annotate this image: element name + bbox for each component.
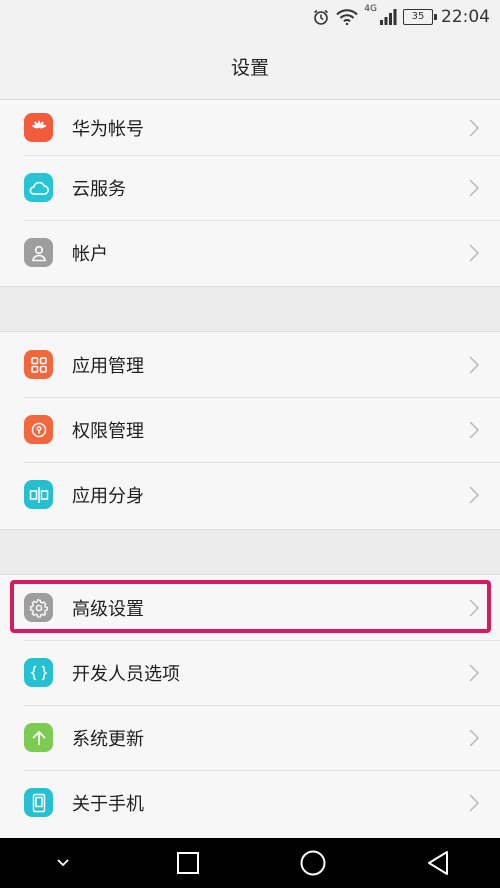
chevron-right-icon [468,118,480,142]
hide-nav-chevron-icon[interactable] [33,838,93,888]
huawei-icon [24,113,53,142]
settings-item-permission-management[interactable]: 权限管理 [0,397,500,462]
network-type-label: 4G [364,4,377,14]
settings-item-cloud-service[interactable]: 云服务 [0,155,500,220]
app-twin-icon [24,480,53,509]
section-gap [0,529,500,575]
settings-item-label: 权限管理 [72,420,144,442]
chevron-right-icon [468,598,480,622]
settings-item-app-management[interactable]: 应用管理 [0,332,500,397]
settings-item-label: 云服务 [72,178,126,200]
settings-item-label: 系统更新 [72,728,144,750]
wifi-icon [336,9,359,25]
divider [24,770,500,771]
divider [24,462,500,463]
back-triangle-icon[interactable] [408,838,468,888]
person-icon [24,238,53,267]
divider [24,397,500,398]
chevron-right-icon [468,243,480,267]
gear-icon [24,593,53,622]
settings-item-huawei-account[interactable]: 华为帐号 [0,100,500,155]
settings-item-label: 帐户 [72,243,108,265]
settings-group-system: 高级设置 开发人员选项 系统更新 关于手机 [0,575,500,838]
cloud-icon [24,173,53,202]
divider [24,705,500,706]
clock: 22:04 [441,7,490,27]
recents-square-icon[interactable] [158,838,218,888]
home-circle-icon[interactable] [283,838,343,888]
chevron-right-icon [468,485,480,509]
settings-item-label: 应用分身 [72,485,144,507]
battery-indicator: 35 [403,9,437,25]
chevron-right-icon [468,793,480,817]
divider [24,155,500,156]
chevron-right-icon [468,663,480,687]
page-title: 设置 [0,34,500,100]
settings-item-label: 应用管理 [72,355,144,377]
chevron-right-icon [468,355,480,379]
settings-item-label: 华为帐号 [72,118,144,140]
settings-item-label: 开发人员选项 [72,663,180,685]
settings-item-label: 关于手机 [72,793,144,815]
divider [24,640,500,641]
section-gap [0,286,500,332]
status-bar: 4G 35 22:04 [0,0,500,34]
arrow-up-icon [24,723,53,752]
settings-item-app-twin[interactable]: 应用分身 [0,462,500,527]
signal-icon [379,8,397,26]
divider [24,220,500,221]
braces-icon [24,658,53,687]
settings-group-apps: 应用管理 权限管理 应用分身 [0,332,500,529]
phone-icon [24,788,53,817]
key-lock-icon [24,415,53,444]
alarm-icon [312,8,330,26]
chevron-right-icon [468,178,480,202]
app-grid-icon [24,350,53,379]
settings-item-system-update[interactable]: 系统更新 [0,705,500,770]
settings-item-advanced-settings[interactable]: 高级设置 [0,575,500,640]
chevron-right-icon [468,728,480,752]
settings-item-developer-options[interactable]: 开发人员选项 [0,640,500,705]
settings-item-accounts[interactable]: 帐户 [0,220,500,285]
settings-group-account: 华为帐号 云服务 帐户 [0,100,500,286]
settings-item-about-phone[interactable]: 关于手机 [0,770,500,835]
settings-item-label: 高级设置 [72,598,144,620]
navigation-bar [0,838,500,888]
chevron-right-icon [468,420,480,444]
